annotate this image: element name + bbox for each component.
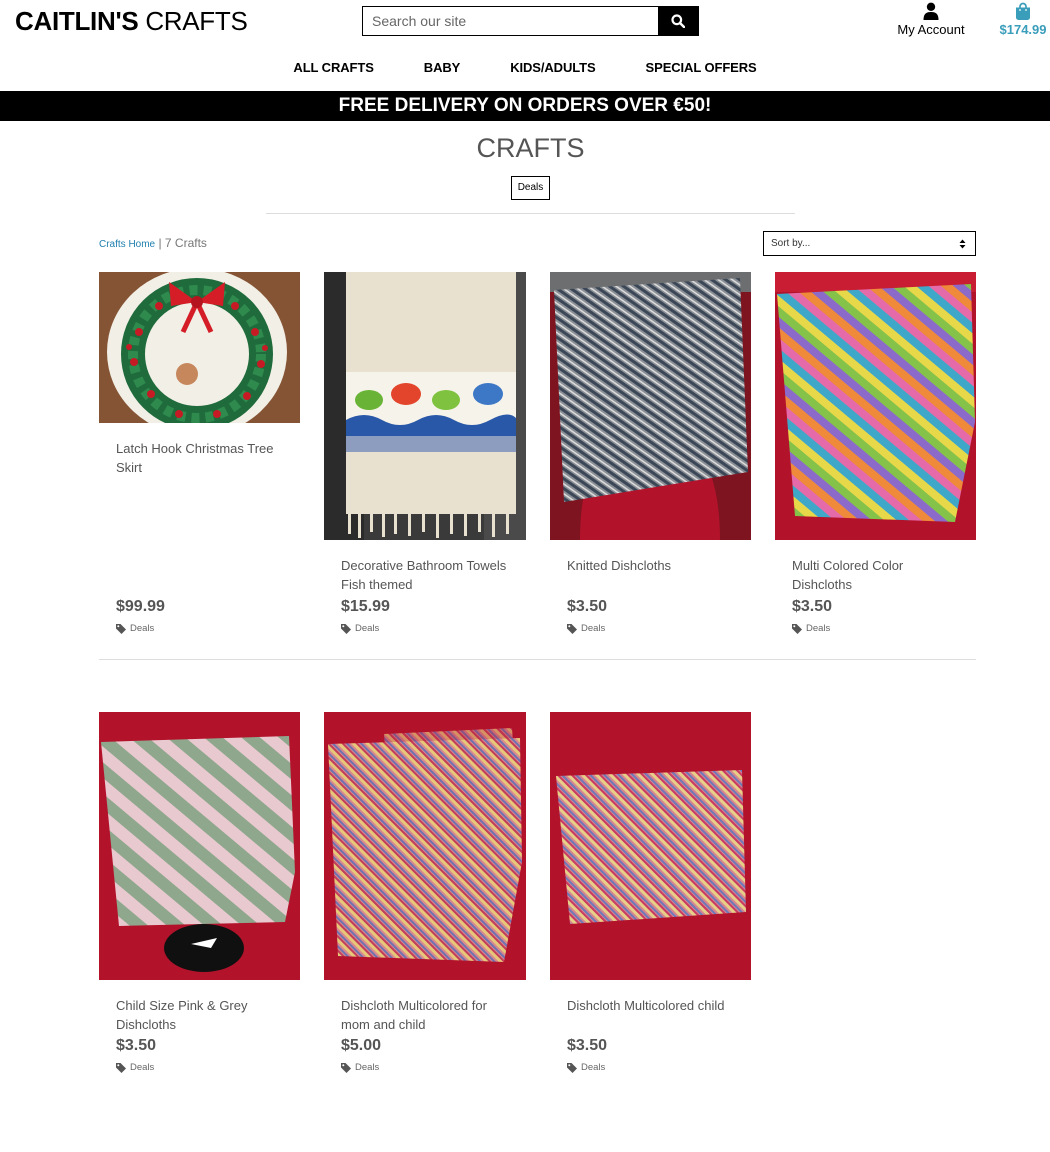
product-title-7[interactable]: Dishcloth Multicolored child — [567, 996, 727, 1015]
tag-icon — [116, 1062, 126, 1073]
page-title: CRAFTS — [476, 133, 585, 163]
divider — [266, 213, 795, 214]
breadcrumb-separator: | — [155, 236, 165, 250]
product-image-7[interactable] — [550, 712, 751, 980]
dishcloth-child-photo — [550, 712, 751, 980]
tag-icon — [116, 623, 126, 634]
product-tag-5[interactable]: Deals — [116, 1062, 154, 1073]
product-title-6[interactable]: Dishcloth Multicolored for mom and child — [341, 996, 511, 1034]
tag-icon — [792, 623, 802, 634]
product-tag-6[interactable]: Deals — [341, 1062, 379, 1073]
product-tag-2[interactable]: Deals — [341, 623, 379, 634]
product-price-4: $3.50 — [792, 598, 833, 615]
logo-bold: CAITLIN'S — [15, 6, 139, 36]
dishcloth-grey-photo — [550, 272, 751, 540]
product-price-1: $99.99 — [116, 598, 165, 615]
nav-kids-adults[interactable]: KIDS/ADULTS — [510, 60, 595, 75]
cart-total: $174.99 — [999, 22, 1047, 37]
product-tag-label-5: Deals — [130, 1062, 155, 1073]
delivery-banner: FREE DELIVERY ON ORDERS OVER €50! — [0, 91, 1050, 121]
tag-icon — [567, 623, 577, 634]
dishcloth-mom-child-photo — [324, 712, 526, 980]
product-price-3: $3.50 — [567, 598, 608, 615]
dishcloth-rainbow-photo — [775, 272, 976, 540]
product-count: 7 Crafts — [164, 236, 207, 250]
sort-label: Sort by... — [771, 238, 811, 249]
shopping-bag-link[interactable]: $174.99 — [994, 2, 1050, 37]
row-divider — [99, 659, 976, 660]
product-image-2[interactable] — [324, 272, 526, 540]
search-icon — [671, 14, 685, 28]
product-image-4[interactable] — [775, 272, 976, 540]
product-title-2[interactable]: Decorative Bathroom Towels Fish themed — [341, 556, 511, 594]
product-title-3[interactable]: Knitted Dishcloths — [567, 556, 727, 575]
nav-all-crafts[interactable]: ALL CRAFTS — [293, 60, 373, 75]
product-price-2: $15.99 — [341, 598, 390, 615]
my-account-label: My Account — [897, 22, 965, 37]
logo-light: CRAFTS — [145, 6, 248, 36]
tag-icon — [341, 623, 351, 634]
user-icon — [923, 2, 939, 20]
search-form — [362, 6, 699, 36]
shopping-bag-icon — [1016, 2, 1030, 20]
category-pill-deals[interactable]: Deals — [511, 176, 550, 200]
product-title-5[interactable]: Child Size Pink & Grey Dishcloths — [116, 996, 276, 1034]
search-input[interactable] — [363, 7, 658, 35]
site-logo[interactable]: CAITLIN'S CRAFTS — [15, 6, 248, 37]
product-tag-label-6: Deals — [355, 1062, 380, 1073]
product-price-5: $3.50 — [116, 1037, 157, 1054]
product-image-6[interactable] — [324, 712, 526, 980]
nav-baby[interactable]: BABY — [424, 60, 461, 75]
product-tag-1[interactable]: Deals — [116, 623, 154, 634]
towel-photo — [324, 272, 526, 540]
product-image-5[interactable] — [99, 712, 300, 980]
tag-icon — [567, 1062, 577, 1073]
breadcrumb-crafts-home[interactable]: Crafts Home — [99, 239, 155, 250]
product-tag-label-1: Deals — [130, 623, 155, 634]
product-image-3[interactable] — [550, 272, 751, 540]
product-tag-label-4: Deals — [806, 623, 831, 634]
product-title-4[interactable]: Multi Colored Color Dishcloths — [792, 556, 952, 594]
product-tag-label-3: Deals — [581, 623, 606, 634]
chevron-updown-icon — [959, 239, 966, 249]
product-image-1[interactable] — [99, 272, 300, 423]
product-tag-4[interactable]: Deals — [792, 623, 830, 634]
main-nav: ALL CRAFTS BABY KIDS/ADULTS SPECIAL OFFE… — [0, 60, 1050, 75]
my-account-link[interactable]: My Account — [888, 2, 974, 37]
product-price-6: $5.00 — [341, 1037, 382, 1054]
product-title-1[interactable]: Latch Hook Christmas Tree Skirt — [116, 439, 276, 477]
nav-special-offers[interactable]: SPECIAL OFFERS — [646, 60, 757, 75]
product-tag-7[interactable]: Deals — [567, 1062, 605, 1073]
product-tag-label-2: Deals — [355, 623, 380, 634]
breadcrumb: Crafts Home | 7 Crafts — [99, 236, 207, 250]
sort-select[interactable]: Sort by... — [763, 231, 976, 256]
dishcloth-pink-grey-photo — [99, 712, 300, 980]
tag-icon — [341, 1062, 351, 1073]
product-tag-label-7: Deals — [581, 1062, 606, 1073]
product-price-7: $3.50 — [567, 1037, 608, 1054]
search-button[interactable] — [658, 7, 698, 35]
wreath-photo — [99, 272, 300, 423]
product-tag-3[interactable]: Deals — [567, 623, 605, 634]
